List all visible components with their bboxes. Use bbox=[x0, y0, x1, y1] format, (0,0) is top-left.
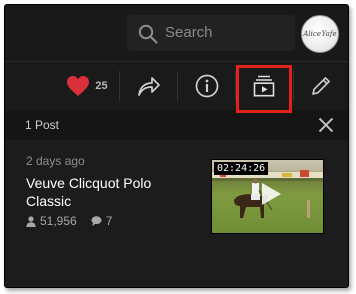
post-stats: 51,956 7 bbox=[26, 214, 112, 228]
video-duration: 02:24:26 bbox=[214, 162, 269, 175]
info-icon bbox=[195, 74, 218, 98]
top-bar: Search Alice Yafe bbox=[5, 5, 348, 61]
app-window: Search Alice Yafe 25 1 Post 2 days ago V… bbox=[4, 4, 349, 288]
posts-header: 1 Post bbox=[5, 110, 348, 140]
collection-button-highlight bbox=[236, 65, 292, 113]
like-button[interactable]: 25 bbox=[57, 62, 117, 110]
close-icon[interactable] bbox=[318, 117, 334, 133]
search-input[interactable]: Search bbox=[127, 15, 295, 51]
heart-icon bbox=[67, 76, 90, 96]
view-count: 51,956 bbox=[40, 214, 77, 228]
info-button[interactable] bbox=[178, 62, 235, 110]
search-icon bbox=[138, 24, 158, 44]
search-placeholder: Search bbox=[165, 24, 213, 41]
share-icon bbox=[137, 77, 160, 96]
video-thumbnail[interactable]: 02:24:26 bbox=[211, 159, 324, 234]
list-item[interactable]: 2 days ago Veuve Clicquot Polo Classic 5… bbox=[5, 141, 348, 287]
person-icon bbox=[26, 215, 36, 227]
post-date: 2 days ago bbox=[26, 154, 85, 168]
action-bar: 25 bbox=[5, 61, 348, 111]
posts-count: 1 Post bbox=[25, 118, 60, 132]
comment-icon bbox=[91, 216, 102, 226]
play-icon[interactable] bbox=[256, 180, 284, 208]
comment-count: 7 bbox=[105, 214, 113, 228]
post-title[interactable]: Veuve Clicquot Polo Classic bbox=[26, 174, 196, 210]
edit-button[interactable] bbox=[294, 62, 348, 110]
avatar[interactable]: Alice Yafe bbox=[301, 15, 339, 53]
avatar-logo: Alice Yafe bbox=[303, 30, 337, 38]
pencil-icon bbox=[312, 77, 330, 95]
share-button[interactable] bbox=[120, 62, 177, 110]
like-count: 25 bbox=[95, 80, 108, 92]
